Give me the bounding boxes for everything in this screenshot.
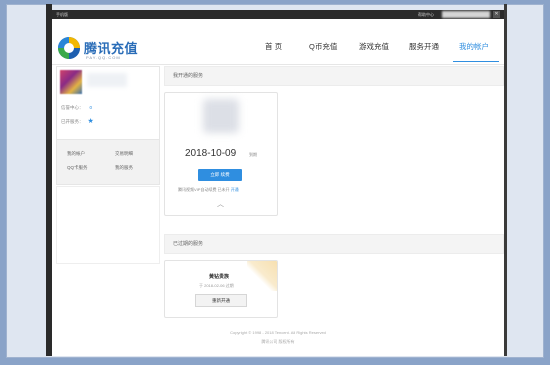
credit-label: 信誉中心： [61,105,84,110]
mobile-link[interactable]: 手机版 [56,10,68,19]
credit-value[interactable]: 0 [90,105,93,110]
sidebar-link-qq-card[interactable]: QQ卡服务 [67,165,88,171]
expired-service-name: 黄钻贵族 [209,274,230,280]
nav-my-account[interactable]: 我的帐户 [459,41,489,52]
expired-service-card: 黄钻贵族 于 2018-02-06 过期 重新开通 [164,260,278,318]
auto-renew-text: 腾讯视频VIP自动续费 已未开 [178,187,230,192]
account-info-blurred [442,11,490,18]
nav-home[interactable]: 首 页 [265,41,282,52]
nav-qcoin[interactable]: Q币充值 [309,41,337,52]
profile-card: 信誉中心： 0 已开服务： ★ [56,66,160,140]
brand-subtitle: PAY.QQ.COM [86,55,121,60]
help-link[interactable]: 帮助中心 [418,10,434,19]
auto-renew-note: 腾讯视频VIP自动续费 已未开 开通 [178,187,239,193]
close-icon[interactable]: ✕ [493,11,500,18]
sidebar-link-my-services[interactable]: 我的服务 [115,165,133,171]
credit-row: 信誉中心： 0 [61,105,92,111]
auto-renew-link[interactable]: 开通 [231,187,239,192]
chevron-up-icon[interactable]: ︿ [217,199,224,209]
nickname-blurred [87,73,127,87]
avatar[interactable] [60,70,82,94]
copyright-text: Copyright © 1998 - 2018 Tencent. All Rig… [230,330,326,335]
expired-date: 于 2018-02-06 过期 [199,283,234,288]
services-label: 已开服务： [61,119,84,124]
nav-active-underline [453,61,499,62]
monitor-bezel-right [504,4,507,356]
sidebar-blank-panel [56,186,160,264]
sidebar-link-my-account[interactable]: 我的帐户 [67,151,85,157]
sidebar-links: 我的帐户 交易明细 QQ卡服务 我的服务 [56,139,160,185]
service-card: 2018-10-09 到期 立即 续费 腾讯视频VIP自动续费 已未开 开通 ︿ [164,92,278,216]
star-icon[interactable]: ★ [88,118,94,125]
service-icon-blurred [203,99,239,133]
renew-button[interactable]: 立即 续费 [198,169,242,181]
services-row: 已开服务： ★ [61,117,94,125]
expiry-suffix: 到期 [249,152,257,157]
opened-services-header: 我开通的服务 [164,66,504,86]
tenpay-logo-icon[interactable] [58,37,80,59]
top-bar: 手机版 帮助中心 ✕ [52,10,504,19]
expired-corner-decoration [247,261,277,291]
browser-screen: 手机版 帮助中心 ✕ 腾讯充值 PAY.QQ.COM 首 页 Q币充值 游戏充值… [52,10,504,356]
site-header: 腾讯充值 PAY.QQ.COM 首 页 Q币充值 游戏充值 服务开通 我的帐户 [52,19,504,65]
footer: Copyright © 1998 - 2018 Tencent. All Rig… [52,330,504,345]
nav-service[interactable]: 服务开通 [409,41,439,52]
copyright-text-cn: 腾讯公司 版权所有 [261,339,295,344]
reopen-button[interactable]: 重新开通 [195,294,247,307]
expiry-date: 2018-10-09 [185,148,237,159]
expired-services-header: 已过期的服务 [164,234,504,254]
sidebar-link-transactions[interactable]: 交易明细 [115,151,133,157]
nav-game[interactable]: 游戏充值 [359,41,389,52]
